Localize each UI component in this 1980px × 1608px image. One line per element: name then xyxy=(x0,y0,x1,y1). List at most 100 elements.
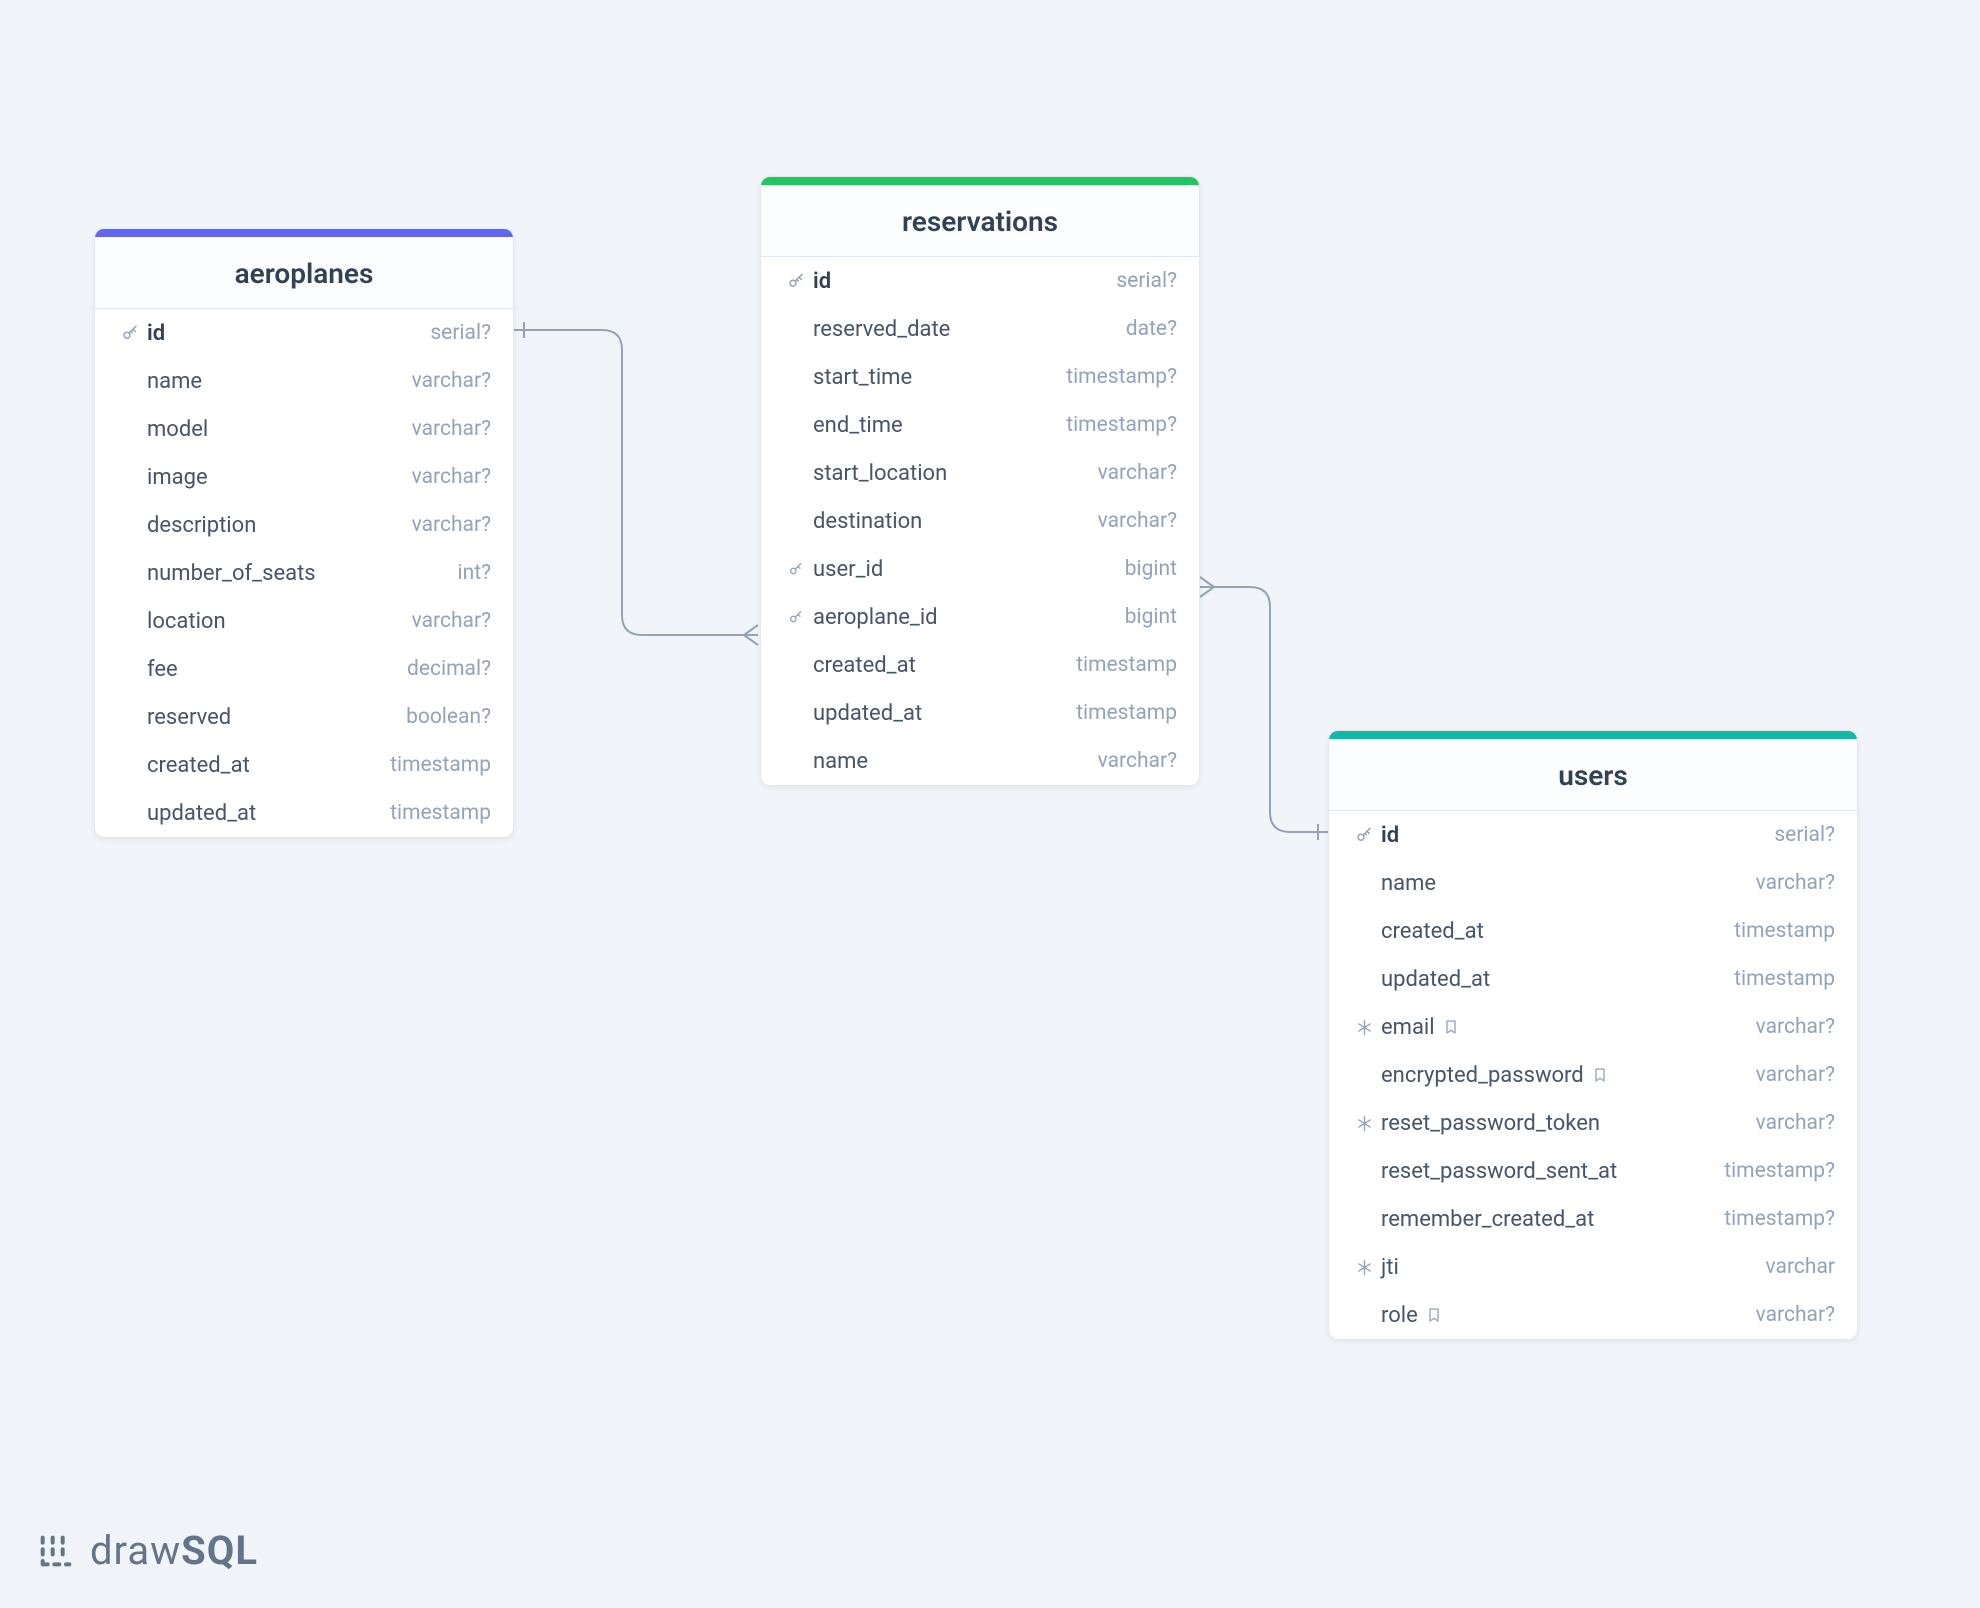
table-column[interactable]: emailvarchar? xyxy=(1329,1003,1857,1051)
column-name: start_time xyxy=(813,365,1054,390)
column-type: varchar xyxy=(1754,1255,1835,1279)
column-name: updated_at xyxy=(147,801,378,826)
table-column[interactable]: created_attimestamp xyxy=(95,741,513,789)
column-type: serial? xyxy=(1762,823,1835,847)
column-name: user_id xyxy=(813,557,1113,582)
column-type: timestamp xyxy=(378,753,491,777)
column-type: varchar? xyxy=(400,417,491,441)
table-accent xyxy=(1329,731,1857,739)
column-name: reserved_date xyxy=(813,317,1114,342)
column-name: reset_password_sent_at xyxy=(1381,1159,1712,1184)
column-type: int? xyxy=(446,561,492,585)
column-name: encrypted_password xyxy=(1381,1063,1744,1088)
column-type: timestamp? xyxy=(1054,413,1177,437)
default-value-icon xyxy=(1592,1067,1608,1083)
column-name: model xyxy=(147,417,400,442)
column-type: timestamp? xyxy=(1712,1159,1835,1183)
table-column[interactable]: start_locationvarchar? xyxy=(761,449,1199,497)
column-name: reserved xyxy=(147,705,394,730)
table-column[interactable]: number_of_seatsint? xyxy=(95,549,513,597)
column-name: jti xyxy=(1381,1255,1754,1280)
primary-key-icon xyxy=(783,272,809,290)
unique-index-icon xyxy=(1351,1019,1377,1036)
brand-text: drawSQL xyxy=(90,1527,258,1574)
table-column[interactable]: reservedboolean? xyxy=(95,693,513,741)
column-name: created_at xyxy=(1381,919,1722,944)
column-name: remember_created_at xyxy=(1381,1207,1712,1232)
table-users[interactable]: usersidserial?namevarchar?created_attime… xyxy=(1328,730,1858,1340)
table-reservations[interactable]: reservationsidserial?reserved_datedate?s… xyxy=(760,176,1200,786)
table-columns: idserial?namevarchar?modelvarchar?imagev… xyxy=(95,309,513,837)
column-type: varchar? xyxy=(400,465,491,489)
column-name: reset_password_token xyxy=(1381,1111,1744,1136)
column-type: bigint xyxy=(1113,605,1177,629)
table-column[interactable]: updated_attimestamp xyxy=(761,689,1199,737)
table-title[interactable]: aeroplanes xyxy=(95,237,513,309)
table-column[interactable]: encrypted_passwordvarchar? xyxy=(1329,1051,1857,1099)
table-columns: idserial?reserved_datedate?start_timetim… xyxy=(761,257,1199,785)
table-title[interactable]: reservations xyxy=(761,185,1199,257)
column-name: aeroplane_id xyxy=(813,605,1113,630)
table-column[interactable]: created_attimestamp xyxy=(761,641,1199,689)
table-aeroplanes[interactable]: aeroplanesidserial?namevarchar?modelvarc… xyxy=(94,228,514,838)
table-column[interactable]: imagevarchar? xyxy=(95,453,513,501)
table-column[interactable]: idserial? xyxy=(761,257,1199,305)
table-columns: idserial?namevarchar?created_attimestamp… xyxy=(1329,811,1857,1339)
column-type: varchar? xyxy=(400,513,491,537)
table-column[interactable]: feedecimal? xyxy=(95,645,513,693)
table-column[interactable]: descriptionvarchar? xyxy=(95,501,513,549)
table-column[interactable]: jtivarchar xyxy=(1329,1243,1857,1291)
default-value-icon xyxy=(1426,1307,1442,1323)
table-column[interactable]: created_attimestamp xyxy=(1329,907,1857,955)
table-column[interactable]: reserved_datedate? xyxy=(761,305,1199,353)
table-column[interactable]: idserial? xyxy=(1329,811,1857,859)
column-name: id xyxy=(813,269,1104,294)
unique-index-icon xyxy=(1351,1115,1377,1132)
column-type: varchar? xyxy=(1086,509,1177,533)
foreign-key-icon xyxy=(783,609,809,625)
column-type: timestamp xyxy=(1064,653,1177,677)
column-type: timestamp xyxy=(1064,701,1177,725)
column-name: fee xyxy=(147,657,395,682)
table-title[interactable]: users xyxy=(1329,739,1857,811)
column-type: varchar? xyxy=(1086,749,1177,773)
column-type: timestamp? xyxy=(1712,1207,1835,1231)
default-value-icon xyxy=(1443,1019,1459,1035)
column-type: varchar? xyxy=(1744,871,1835,895)
table-column[interactable]: start_timetimestamp? xyxy=(761,353,1199,401)
column-type: timestamp? xyxy=(1054,365,1177,389)
column-name: image xyxy=(147,465,400,490)
table-column[interactable]: end_timetimestamp? xyxy=(761,401,1199,449)
table-column[interactable]: updated_attimestamp xyxy=(1329,955,1857,1003)
table-column[interactable]: user_idbigint xyxy=(761,545,1199,593)
primary-key-icon xyxy=(117,324,143,342)
table-column[interactable]: namevarchar? xyxy=(95,357,513,405)
column-name: email xyxy=(1381,1015,1744,1040)
table-column[interactable]: remember_created_attimestamp? xyxy=(1329,1195,1857,1243)
column-name: destination xyxy=(813,509,1086,534)
column-name: name xyxy=(1381,871,1744,896)
column-type: varchar? xyxy=(1086,461,1177,485)
unique-index-icon xyxy=(1351,1259,1377,1276)
table-column[interactable]: namevarchar? xyxy=(1329,859,1857,907)
table-column[interactable]: locationvarchar? xyxy=(95,597,513,645)
table-column[interactable]: namevarchar? xyxy=(761,737,1199,785)
table-column[interactable]: rolevarchar? xyxy=(1329,1291,1857,1339)
table-column[interactable]: reset_password_tokenvarchar? xyxy=(1329,1099,1857,1147)
column-type: bigint xyxy=(1113,557,1177,581)
er-diagram-canvas[interactable]: aeroplanesidserial?namevarchar?modelvarc… xyxy=(0,0,1980,1608)
column-name: description xyxy=(147,513,400,538)
table-column[interactable]: destinationvarchar? xyxy=(761,497,1199,545)
column-type: timestamp xyxy=(1722,919,1835,943)
column-type: date? xyxy=(1114,317,1177,341)
column-name: updated_at xyxy=(813,701,1064,726)
table-column[interactable]: reset_password_sent_attimestamp? xyxy=(1329,1147,1857,1195)
table-column[interactable]: idserial? xyxy=(95,309,513,357)
column-type: varchar? xyxy=(400,369,491,393)
table-column[interactable]: updated_attimestamp xyxy=(95,789,513,837)
column-type: decimal? xyxy=(395,657,491,681)
foreign-key-icon xyxy=(783,561,809,577)
table-column[interactable]: modelvarchar? xyxy=(95,405,513,453)
table-column[interactable]: aeroplane_idbigint xyxy=(761,593,1199,641)
column-name: id xyxy=(1381,823,1762,848)
